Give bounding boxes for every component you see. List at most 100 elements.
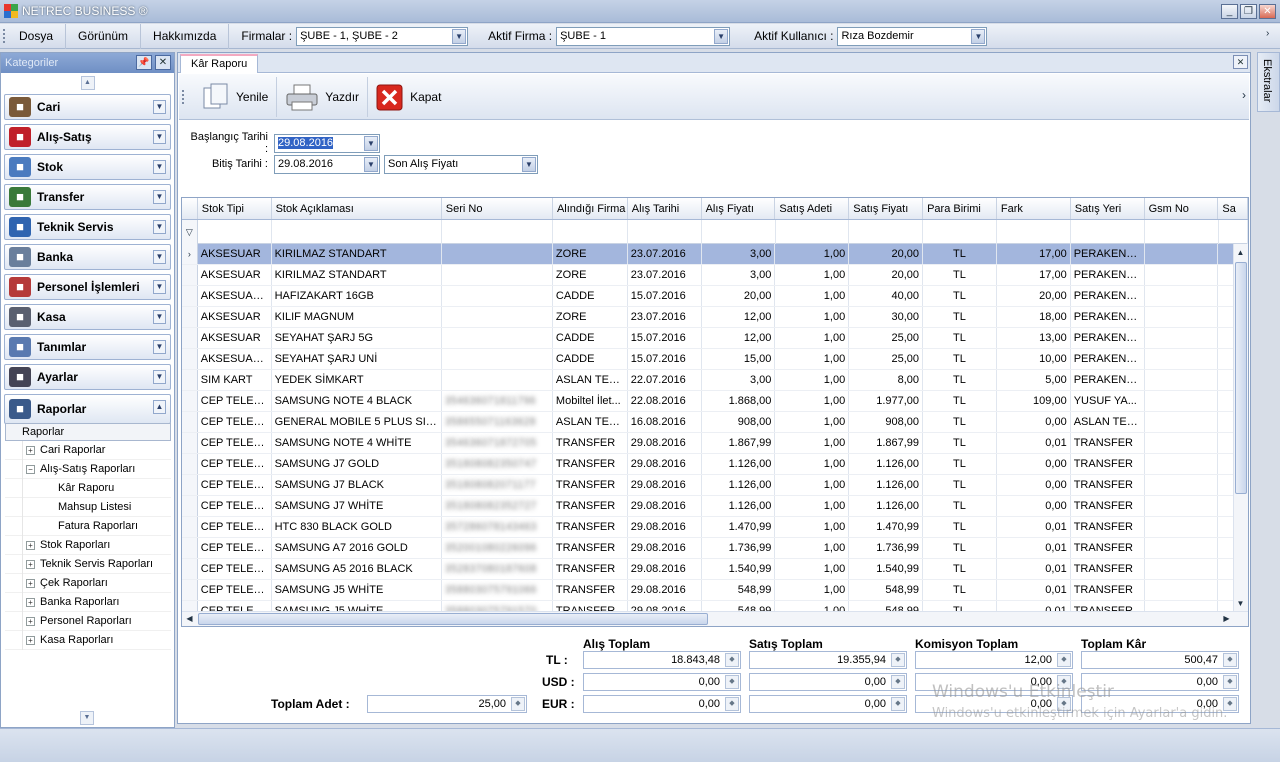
table-row[interactable]: CEP TELEF... SAMSUNG NOTE 4 BLACK 35463607… [182,391,1248,412]
column-filter-cell[interactable] [442,220,554,244]
table-row[interactable]: SIM KART YEDEK SİMKART ASLAN TEK... 22.07.2… [182,370,1248,391]
spin-icon[interactable]: ◆ [725,675,739,689]
scroll-down-icon[interactable]: ▼ [1234,597,1247,610]
column-filter-cell[interactable] [198,220,272,244]
vertical-scroll-thumb[interactable] [1235,262,1247,494]
expand-icon[interactable]: + [26,617,35,626]
tree-node[interactable]: Kâr Raporu [5,479,171,498]
column-filter-cell[interactable] [272,220,442,244]
table-row[interactable]: › AKSESUAR KIRILMAZ STANDART ZORE 23.07.2016… [182,244,1248,265]
chevron-down-icon[interactable]: ▼ [971,28,986,44]
table-row[interactable]: CEP TELEF... SAMSUNG NOTE 4 WHİTE 35463607… [182,433,1248,454]
row-indicator[interactable] [182,412,198,432]
column-header[interactable]: Alındığı Firma [553,198,628,219]
menu-dosya[interactable]: Dosya [7,23,67,49]
category-10[interactable]: ■ Raporlar ▲ [4,394,171,424]
menubar-overflow-button[interactable]: › [1266,28,1276,44]
total-tl-field[interactable]: 18.843,48 ◆ [583,651,741,669]
table-row[interactable]: CEP TELEF... SAMSUNG J7 GOLD 3518080823507… [182,454,1248,475]
category-7[interactable]: ■ Kasa ▼ [4,304,171,330]
row-indicator[interactable] [182,517,198,537]
close-tab-icon[interactable]: ✕ [1233,55,1248,69]
pin-icon[interactable]: 📌 [136,55,152,70]
tree-node[interactable]: + Kasa Raporları [5,631,171,650]
column-header[interactable]: Gsm No [1145,198,1219,219]
total-eur-field[interactable]: 0,00 ◆ [583,695,741,713]
column-filter-cell[interactable] [1071,220,1145,244]
vertical-scrollbar[interactable]: ▲ ▼ [1233,244,1248,612]
table-row[interactable]: AKSESUAR ... SEYAHAT ŞARJ UNİ CADDE 15.07.2… [182,349,1248,370]
chevron-down-icon[interactable]: ▼ [153,340,166,354]
category-1[interactable]: ■ Alış-Satış ▼ [4,124,171,150]
row-indicator[interactable]: › [182,244,198,264]
tree-node[interactable]: + Teknik Servis Raporları [5,555,171,574]
row-indicator[interactable] [182,307,198,327]
extras-dock-tab[interactable]: Ekstralar [1257,52,1280,112]
scroll-down-button[interactable]: ▼ [80,711,94,725]
row-indicator[interactable] [182,538,198,558]
close-window-button[interactable]: ✕ [1259,4,1276,19]
chevron-down-icon[interactable]: ▼ [153,250,166,264]
scroll-up-icon[interactable]: ▲ [1234,246,1247,259]
row-indicator[interactable] [182,286,198,306]
row-indicator[interactable] [182,475,198,495]
row-indicator[interactable] [182,580,198,600]
column-header[interactable]: Stok Açıklaması [272,198,442,219]
chevron-down-icon[interactable]: ▼ [153,160,166,174]
row-indicator[interactable] [182,265,198,285]
chevron-down-icon[interactable]: ▼ [522,156,536,172]
table-row[interactable]: CEP TELEF... HTC 830 BLACK GOLD 3572860781… [182,517,1248,538]
total-usd-field[interactable]: 0,00 ◆ [749,673,907,691]
category-5[interactable]: ■ Banka ▼ [4,244,171,270]
category-4[interactable]: ■ Teknik Servis ▼ [4,214,171,240]
column-header[interactable]: Para Birimi [923,198,997,219]
chevron-up-icon[interactable]: ▲ [153,400,166,414]
chevron-down-icon[interactable]: ▼ [714,28,729,44]
spin-icon[interactable]: ◆ [891,653,905,667]
row-indicator[interactable] [182,391,198,411]
total-tl-field[interactable]: 12,00 ◆ [915,651,1073,669]
chevron-down-icon[interactable]: ▼ [153,190,166,204]
table-row[interactable]: CEP TELEF... SAMSUNG A5 2016 BLACK 3528370… [182,559,1248,580]
spin-icon[interactable]: ◆ [1223,653,1237,667]
tree-node[interactable]: + Banka Raporları [5,593,171,612]
expand-icon[interactable]: + [26,541,35,550]
chevron-down-icon[interactable]: ▼ [153,130,166,144]
expand-icon[interactable]: + [26,598,35,607]
tree-node[interactable]: − Alış-Satış Raporları [5,460,171,479]
toplam-adet-field[interactable]: 25,00 ◆ [367,695,527,713]
toolbar-grip[interactable] [182,89,186,104]
table-row[interactable]: CEP TELEF...SAMSUNG J5 WHİTE358803075791… [182,580,1248,601]
tree-node[interactable]: + Cari Raporlar [5,441,171,460]
chevron-down-icon[interactable]: ▼ [153,280,166,294]
firmalar-select[interactable]: ŞUBE - 1, ŞUBE - 2 ▼ [296,26,469,46]
horizontal-scrollbar[interactable]: ◀ ▶ [182,611,1248,626]
tree-node[interactable]: + Personel Raporları [5,612,171,631]
table-row[interactable]: AKSESUAR KIRILMAZ STANDART ZORE 23.07.2016 3… [182,265,1248,286]
row-indicator[interactable] [182,349,198,369]
start-date-picker[interactable]: 29.08.2016 ▼ [274,133,380,153]
table-row[interactable]: CEP TELEF... GENERAL MOBILE 5 PLUS SILVER… [182,412,1248,433]
spin-icon[interactable]: ◆ [725,653,739,667]
spin-icon[interactable]: ◆ [511,697,525,711]
category-8[interactable]: ■ Tanımlar ▼ [4,334,171,360]
row-indicator[interactable] [182,454,198,474]
table-row[interactable]: AKSESUAR ... HAFIZAKART 16GB CADDE 15.07.20… [182,286,1248,307]
column-header[interactable]: Stok Tipi [198,198,272,219]
category-0[interactable]: ■ Cari ▼ [4,94,171,120]
tree-node[interactable]: Mahsup Listesi [5,498,171,517]
row-indicator[interactable] [182,370,198,390]
expand-icon[interactable]: + [26,560,35,569]
column-filter-cell[interactable] [702,220,776,244]
category-3[interactable]: ■ Transfer ▼ [4,184,171,210]
column-filter-cell[interactable] [776,220,850,244]
toolbar-overflow-button[interactable]: › [1242,88,1246,102]
horizontal-scroll-thumb[interactable] [198,613,708,625]
expand-icon[interactable]: + [26,636,35,645]
expand-icon[interactable]: + [26,446,35,455]
spin-icon[interactable]: ◆ [891,675,905,689]
table-row[interactable]: CEP TELEF... SAMSUNG J7 WHİTE 351808082352… [182,496,1248,517]
chevron-down-icon[interactable]: ▼ [364,156,378,172]
collapse-icon[interactable]: − [26,465,35,474]
menu-hakkimizda[interactable]: Hakkımızda [141,23,230,49]
